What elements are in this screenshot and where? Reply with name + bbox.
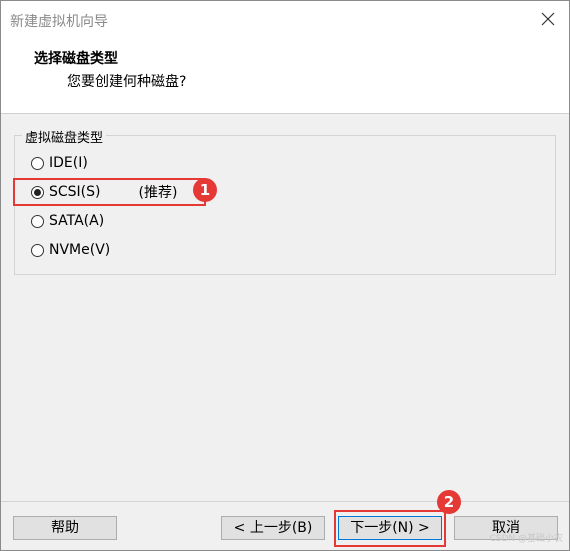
footer-divider xyxy=(1,501,569,502)
radio-option-sata[interactable]: SATA(A) xyxy=(31,211,104,231)
radio-label-ide: IDE(I) xyxy=(49,155,88,171)
annotation-box-scsi xyxy=(13,178,206,206)
radio-label-nvme: NVMe(V) xyxy=(49,242,111,258)
annotation-badge-2: 2 xyxy=(437,490,461,514)
radio-button-sata[interactable] xyxy=(31,214,44,228)
close-icon[interactable] xyxy=(539,10,557,28)
radio-label-sata: SATA(A) xyxy=(49,213,105,229)
annotation-box-next xyxy=(334,510,446,547)
radio-button-ide[interactable] xyxy=(31,156,44,170)
new-vm-wizard-dialog: 新建虚拟机向导 选择磁盘类型 您要创建何种磁盘? 虚拟磁盘类型 IDE(I) S… xyxy=(0,0,570,551)
radio-button-nvme[interactable] xyxy=(31,243,44,257)
wizard-header: 选择磁盘类型 您要创建何种磁盘? xyxy=(1,37,569,114)
radio-option-nvme[interactable]: NVMe(V) xyxy=(31,240,110,260)
back-button[interactable]: < 上一步(B) xyxy=(221,516,325,540)
title-bar: 新建虚拟机向导 xyxy=(1,1,569,37)
page-subtitle: 您要创建何种磁盘? xyxy=(67,74,187,90)
annotation-badge-1: 1 xyxy=(193,178,217,202)
watermark-text: CSDN @基础小农 xyxy=(489,534,563,544)
radio-option-ide[interactable]: IDE(I) xyxy=(31,153,88,173)
help-button[interactable]: 帮助 xyxy=(13,516,117,540)
window-title: 新建虚拟机向导 xyxy=(10,14,108,30)
page-title: 选择磁盘类型 xyxy=(34,51,118,67)
group-legend: 虚拟磁盘类型 xyxy=(22,127,107,146)
